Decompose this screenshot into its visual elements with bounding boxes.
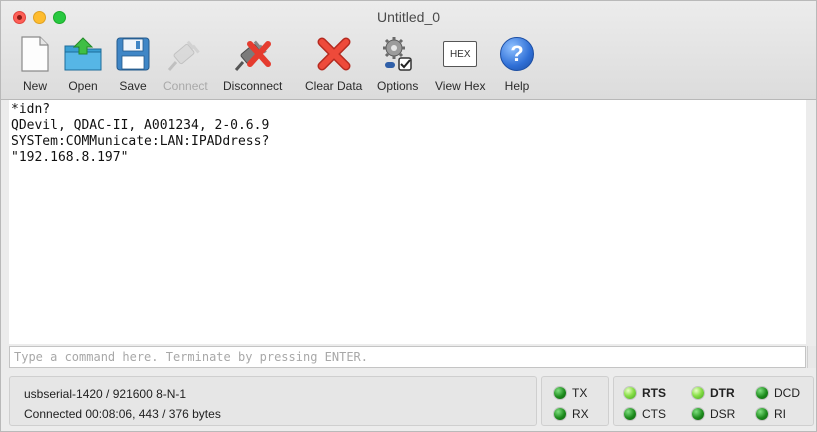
dtr-toggle[interactable]: DTR	[692, 386, 735, 400]
rts-led-icon	[624, 387, 636, 399]
save-label: Save	[119, 79, 147, 93]
title-bar: Untitled_0 New Open Save Connect Disconn…	[1, 1, 816, 100]
tx-label: TX	[572, 386, 588, 400]
connect-button[interactable]: Connect	[163, 35, 208, 97]
terminal-line: SYSTem:COMMunicate:LAN:IPADdress?	[11, 134, 270, 149]
dsr-label: DSR	[710, 407, 736, 421]
dcd-indicator: DCD	[756, 386, 800, 400]
open-button[interactable]: Open	[63, 35, 103, 97]
new-button[interactable]: New	[15, 35, 55, 97]
rts-toggle[interactable]: RTS	[624, 386, 666, 400]
terminal-line: QDevil, QDAC-II, A001234, 2-0.6.9	[11, 118, 270, 133]
dsr-indicator: DSR	[692, 407, 735, 421]
new-document-icon	[15, 35, 55, 73]
terminal-line: *idn?	[11, 102, 51, 117]
connect-plug-icon	[165, 35, 205, 73]
rx-led-icon	[554, 408, 566, 420]
ri-led-icon	[756, 408, 768, 420]
save-floppy-icon	[113, 35, 153, 73]
view-hex-label: View Hex	[435, 79, 486, 93]
clear-x-icon	[314, 35, 354, 73]
window-title: Untitled_0	[376, 9, 441, 25]
ri-indicator: RI	[756, 407, 786, 421]
options-label: Options	[377, 79, 419, 93]
rx-indicator: RX	[554, 407, 589, 421]
dcd-label: DCD	[774, 386, 800, 400]
rts-label: RTS	[642, 386, 666, 400]
tx-indicator: TX	[554, 386, 587, 400]
cts-led-icon	[624, 408, 636, 420]
options-gears-icon	[378, 35, 418, 73]
ri-label: RI	[774, 407, 786, 421]
hex-icon-label: HEX	[443, 41, 478, 67]
cts-label: CTS	[642, 407, 666, 421]
terminal-output[interactable]: *idn? QDevil, QDAC-II, A001234, 2-0.6.9 …	[9, 100, 806, 344]
disconnect-button[interactable]: Disconnect	[223, 35, 282, 97]
app-window: Untitled_0 New Open Save Connect Disconn…	[0, 0, 817, 432]
dtr-led-icon	[692, 387, 704, 399]
cts-indicator: CTS	[624, 407, 666, 421]
port-settings-text: usbserial-1420 / 921600 8-N-1	[24, 387, 187, 401]
new-label: New	[22, 79, 47, 93]
connect-label: Connect	[163, 79, 208, 93]
help-icon-glyph: ?	[500, 37, 534, 71]
clear-data-button[interactable]: Clear Data	[305, 35, 362, 97]
open-label: Open	[68, 79, 98, 93]
input-scroll-corner	[807, 346, 816, 368]
command-input[interactable]	[9, 346, 806, 368]
disconnect-label: Disconnect	[223, 79, 283, 93]
terminal-line: "192.168.8.197"	[11, 150, 129, 165]
help-icon: ?	[497, 35, 537, 73]
connection-status-panel: usbserial-1420 / 921600 8-N-1 Connected …	[9, 376, 537, 426]
help-label: Help	[504, 79, 530, 93]
dtr-label: DTR	[710, 386, 735, 400]
options-button[interactable]: Options	[377, 35, 418, 97]
disconnect-plug-icon	[233, 35, 273, 73]
tx-led-icon	[554, 387, 566, 399]
hex-icon: HEX	[440, 35, 480, 73]
open-folder-icon	[63, 35, 103, 73]
help-button[interactable]: ? Help	[497, 35, 537, 97]
control-lines-panel: RTS CTS DTR DSR DCD RI	[613, 376, 814, 426]
dsr-led-icon	[692, 408, 704, 420]
rx-label: RX	[572, 407, 589, 421]
save-button[interactable]: Save	[113, 35, 153, 97]
dcd-led-icon	[756, 387, 768, 399]
connection-info-text: Connected 00:08:06, 443 / 376 bytes	[24, 407, 221, 421]
clear-data-label: Clear Data	[305, 79, 363, 93]
tx-rx-panel: TX RX	[541, 376, 609, 426]
view-hex-button[interactable]: HEX View Hex	[435, 35, 485, 97]
